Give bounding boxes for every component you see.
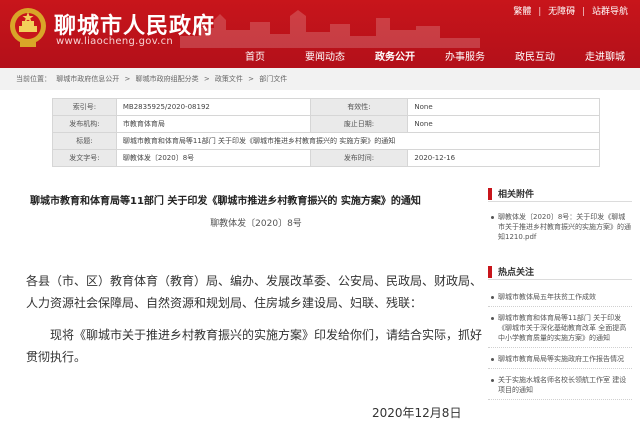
breadcrumb-link[interactable]: 政策文件 <box>215 75 243 83</box>
article-doc-number: 聊教体发〔2020〕8号 <box>210 219 302 229</box>
site-header: 聊城市人民政府 www.liaocheng.gov.cn 繁體 | 无障碍 | … <box>0 0 640 68</box>
breadcrumb-separator: > <box>124 75 131 83</box>
breadcrumb-link[interactable]: 聊城市政府信息公开 <box>56 75 119 83</box>
attachment-link-text[interactable]: 聊教体发〔2020〕8号：关于印发《聊城市关于推进乡村教育振兴的实施方案》的通知… <box>498 213 631 241</box>
site-url: www.liaocheng.gov.cn <box>56 36 174 47</box>
list-item-text[interactable]: 聊城市教育和体育局等11部门 关于印发《聊城市关于深化基础教育改革 全面提高中小… <box>498 314 626 342</box>
index-label: 索引号: <box>52 98 117 116</box>
attachments-header: 相关附件 <box>488 186 632 202</box>
article-paragraph: 现将《聊城市关于推进乡村教育振兴的实施方案》印发给你们，请结合实际，抓好贯彻执行… <box>26 328 483 364</box>
article-date: 2020年12月8日 <box>372 406 462 420</box>
list-item[interactable]: 聊城市教育局局等实施政府工作报告情况 <box>488 348 632 369</box>
publisher-value: 市教育体育局 <box>115 115 311 133</box>
nav-item-about[interactable]: 走进聊城 <box>570 48 640 68</box>
title-value: 聊城市教育和体育局等11部门 关于印发《聊城市推进乡村教育振兴的 实施方案》的通… <box>115 132 601 150</box>
site-group-nav-link[interactable]: 站群导航 <box>592 7 628 17</box>
bullet-icon <box>491 317 494 320</box>
section-marker <box>488 266 492 278</box>
hot-topics-header: 热点关注 <box>488 264 632 280</box>
repeal-date-value: None <box>407 115 600 133</box>
divider: | <box>538 7 542 17</box>
breadcrumb-separator: > <box>248 75 255 83</box>
bullet-icon <box>491 358 494 361</box>
nav-item-news[interactable]: 要闻动态 <box>290 48 360 68</box>
title-label: 标题: <box>52 132 117 150</box>
attachments-title: 相关附件 <box>498 190 535 200</box>
repeal-date-label: 废止日期: <box>309 115 409 133</box>
list-item[interactable]: 关于实施水城名师名校长领航工作室 建设项目的通知 <box>488 369 632 400</box>
national-emblem-icon <box>10 8 46 47</box>
validity-label: 有效性: <box>309 98 409 116</box>
traditional-chinese-link[interactable]: 繁體 <box>513 7 531 17</box>
breadcrumb: 当前位置： 聊城市政府信息公开 > 聊城市政府组配分类 > 政策文件 > 部门文… <box>0 68 640 90</box>
section-marker <box>488 188 492 200</box>
list-item[interactable]: 聊城市教体局五年扶贫工作成效 <box>488 286 632 307</box>
divider: | <box>582 7 586 17</box>
hot-topics-list: 聊城市教体局五年扶贫工作成效 聊城市教育和体育局等11部门 关于印发《聊城市关于… <box>488 286 632 400</box>
doc-number-value: 聊教体发〔2020〕8号 <box>115 149 311 167</box>
bullet-icon <box>491 216 494 219</box>
breadcrumb-prefix: 当前位置： <box>16 75 51 83</box>
breadcrumb-link[interactable]: 部门文件 <box>259 75 287 83</box>
main-nav: 首页 要闻动态 政务公开 办事服务 政民互动 走进聊城 <box>220 48 640 68</box>
doc-number-label: 发文字号: <box>52 149 117 167</box>
nav-item-services[interactable]: 办事服务 <box>430 48 500 68</box>
breadcrumb-separator: > <box>203 75 210 83</box>
publish-date-label: 发布时间: <box>309 149 409 167</box>
list-item-text[interactable]: 聊城市教育局局等实施政府工作报告情况 <box>498 355 624 363</box>
validity-value: None <box>407 98 600 116</box>
right-sidebar: 相关附件 聊教体发〔2020〕8号：关于印发《聊城市关于推进乡村教育振兴的实施方… <box>488 186 632 400</box>
list-item-text[interactable]: 关于实施水城名师名校长领航工作室 建设项目的通知 <box>498 376 626 394</box>
article-paragraph: 各县（市、区）教育体育（教育）局、编办、发展改革委、公安局、民政局、财政局、人力… <box>26 274 483 310</box>
attachment-link[interactable]: 聊教体发〔2020〕8号：关于印发《聊城市关于推进乡村教育振兴的实施方案》的通知… <box>488 212 632 242</box>
accessibility-link[interactable]: 无障碍 <box>548 7 575 17</box>
breadcrumb-link[interactable]: 聊城市政府组配分类 <box>136 75 199 83</box>
nav-item-gov-affairs[interactable]: 政务公开 <box>360 48 430 68</box>
document-info-table: 索引号: MB2835925/2020-08192 有效性: None 发布机构… <box>52 98 601 167</box>
publish-date-value: 2020-12-16 <box>407 149 600 167</box>
nav-item-interaction[interactable]: 政民互动 <box>500 48 570 68</box>
article-title: 聊城市教育和体育局等11部门 关于印发《聊城市推进乡村教育振兴的 实施方案》的通… <box>30 196 421 207</box>
nav-item-home[interactable]: 首页 <box>220 48 290 68</box>
top-links: 繁體 | 无障碍 | 站群导航 <box>509 4 628 17</box>
article-body: 各县（市、区）教育体育（教育）局、编办、发展改革委、公安局、民政局、财政局、人力… <box>26 270 484 368</box>
list-item[interactable]: 聊城市教育和体育局等11部门 关于印发《聊城市关于深化基础教育改革 全面提高中小… <box>488 307 632 348</box>
index-value: MB2835925/2020-08192 <box>115 98 311 116</box>
hot-topics-title: 热点关注 <box>498 268 535 278</box>
bullet-icon <box>491 296 494 299</box>
publisher-label: 发布机构: <box>52 115 117 133</box>
bullet-icon <box>491 379 494 382</box>
list-item-text[interactable]: 聊城市教体局五年扶贫工作成效 <box>498 293 596 301</box>
skyline-decoration <box>180 10 480 48</box>
